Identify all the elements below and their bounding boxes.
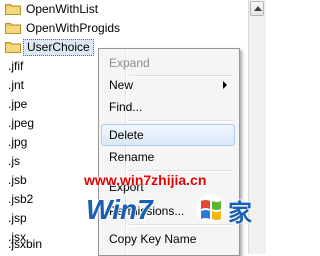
tree-item-label: .jpeg [8, 116, 35, 130]
tree-item-jpeg[interactable]: .jpeg [0, 114, 90, 132]
folder-icon [5, 4, 21, 15]
tree-item-label: OpenWithList [26, 2, 99, 16]
tree-item-js[interactable]: .js [0, 152, 90, 170]
submenu-arrow-icon [223, 81, 227, 89]
menu-item-find[interactable]: Find... [101, 96, 235, 118]
menu-item-new[interactable]: New [101, 74, 235, 96]
tree-item-jsb[interactable]: .jsb [0, 171, 80, 189]
tree-item-jpe[interactable]: .jpe [0, 95, 90, 113]
menu-item-label: Rename [109, 150, 155, 164]
tree-item-label: .jsb2 [8, 192, 34, 206]
menu-item-label: Copy Key Name [109, 232, 197, 246]
tree-item-jsp[interactable]: .jsp [0, 209, 80, 227]
menu-item-label: Delete [109, 128, 144, 142]
tree-item-label: .jsb [8, 173, 27, 187]
tree-item-jnt[interactable]: .jnt [0, 76, 90, 94]
menu-item-expand[interactable]: Expand [101, 52, 235, 74]
menu-item-copy-key-name[interactable]: Copy Key Name [101, 228, 235, 250]
menu-separator [129, 120, 233, 122]
values-pane [266, 0, 281, 254]
tree-item-jsb2[interactable]: .jsb2 [0, 190, 80, 208]
windows-flag-icon [196, 194, 226, 224]
tree-item-label: UserChoice [23, 39, 94, 56]
tree-item-label: .jpg [8, 135, 28, 149]
menu-item-label: Find... [109, 100, 143, 114]
tree-item-jfif[interactable]: .jfif [0, 57, 90, 75]
menu-item-label: New [109, 78, 134, 92]
tree-item-label: .jsp [8, 211, 27, 225]
watermark-logo-text: Win7 [86, 194, 154, 225]
tree-item-label: .js [8, 154, 20, 168]
tree-item-jpg[interactable]: .jpg [0, 133, 90, 151]
tree-item-label: OpenWithProgids [26, 21, 121, 35]
folder-icon [5, 23, 21, 34]
tree-item-openwithprogids[interactable]: OpenWithProgids [0, 19, 240, 37]
tree-item-label: .jsxbin [8, 237, 43, 251]
folder-icon [5, 42, 21, 53]
watermark-logo: Win7 家 [86, 193, 253, 228]
tree-item-label: .jpe [8, 97, 28, 111]
tree-item-label: .jfif [8, 59, 24, 73]
menu-item-label: Expand [109, 56, 150, 70]
tree-item-openwithlist[interactable]: OpenWithList [0, 0, 240, 18]
watermark-logo-suffix: 家 [228, 199, 252, 227]
menu-item-rename[interactable]: Rename [101, 146, 235, 168]
scroll-up-button[interactable] [250, 1, 264, 16]
tree-item-jsxbin[interactable]: .jsxbin [0, 235, 80, 253]
tree-item-label: .jnt [8, 78, 25, 92]
menu-item-delete[interactable]: Delete [101, 124, 235, 146]
watermark-url: www.win7zhijia.cn [84, 172, 207, 188]
